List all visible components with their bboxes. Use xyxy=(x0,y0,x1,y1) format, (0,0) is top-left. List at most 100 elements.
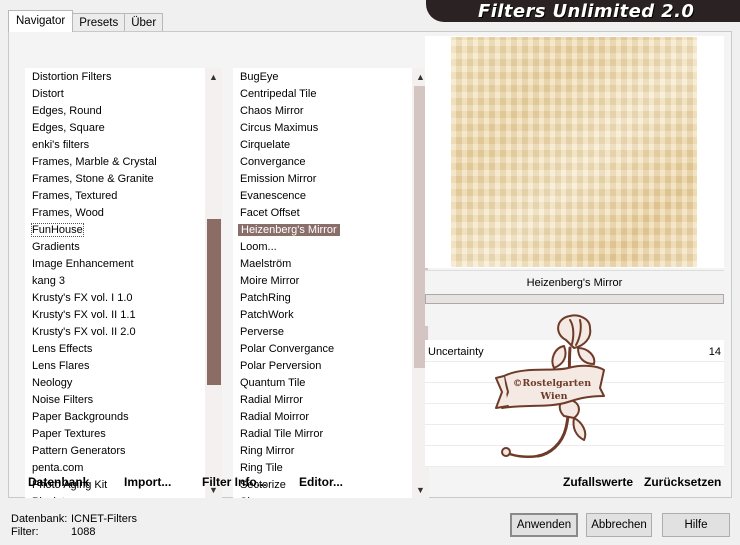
list-item[interactable]: Paper Textures xyxy=(25,426,205,443)
list-item-label: kang 3 xyxy=(32,275,66,287)
list-item-label: Quantum Tile xyxy=(240,377,306,389)
list-item[interactable]: Radial Moirror xyxy=(233,409,412,426)
list-item-label: Distort xyxy=(32,88,64,100)
list-item[interactable]: Circus Maximus xyxy=(233,120,412,137)
list-item[interactable]: PatchRing xyxy=(233,290,412,307)
list-item[interactable]: Facet Offset xyxy=(233,205,412,222)
list-item-label: penta.com xyxy=(32,462,84,474)
list-item[interactable]: Edges, Square xyxy=(25,120,205,137)
param-value: 14 xyxy=(708,346,721,358)
list-item-label: Lens Flares xyxy=(32,360,90,372)
list-item-label: Pattern Generators xyxy=(32,445,126,457)
list-item-label: Polar Convergance xyxy=(240,343,335,355)
list-item[interactable]: Frames, Wood xyxy=(25,205,205,222)
list-item-label: Image Enhancement xyxy=(32,258,134,270)
list-item[interactable]: Heizenberg's Mirror xyxy=(233,222,412,239)
list-item[interactable]: Radial Tile Mirror xyxy=(233,426,412,443)
category-list[interactable]: Distortion Filters Distort Edges, Round Edg… xyxy=(25,68,222,498)
scroll-down-icon[interactable]: ▼ xyxy=(412,481,429,498)
list-item[interactable]: Lens Flares xyxy=(25,358,205,375)
list-item-label: Radial Mirror xyxy=(240,394,303,406)
list-item[interactable]: Ring Mirror xyxy=(233,443,412,460)
selected-filter-name: Heizenberg's Mirror xyxy=(425,270,724,294)
help-button[interactable]: Hilfe xyxy=(662,513,730,537)
list-item[interactable]: kang 3 xyxy=(25,273,205,290)
editor-button[interactable]: Editor... xyxy=(299,475,343,489)
list-item[interactable]: Polar Convergance xyxy=(233,341,412,358)
scroll-thumb[interactable] xyxy=(207,219,221,385)
list-item[interactable]: BugEye xyxy=(233,69,412,86)
zufallswerte-button[interactable]: Zufallswerte xyxy=(563,475,633,489)
list-item[interactable]: Krusty's FX vol. II 2.0 xyxy=(25,324,205,341)
list-item[interactable]: Shapes xyxy=(233,494,412,498)
list-item[interactable]: Emission Mirror xyxy=(233,171,412,188)
list-item[interactable]: Frames, Marble & Crystal xyxy=(25,154,205,171)
list-item[interactable]: enki's filters xyxy=(25,137,205,154)
list-item[interactable]: Pixelate xyxy=(25,494,205,498)
tab-presets[interactable]: Presets xyxy=(72,13,126,32)
list-item[interactable]: Paper Backgrounds xyxy=(25,409,205,426)
list-item[interactable]: Pattern Generators xyxy=(25,443,205,460)
list-item[interactable]: Polar Perversion xyxy=(233,358,412,375)
list-item-label: Paper Textures xyxy=(32,428,106,440)
list-item-label: Radial Tile Mirror xyxy=(240,428,324,440)
list-item[interactable]: Frames, Textured xyxy=(25,188,205,205)
list-item-label: Paper Backgrounds xyxy=(32,411,129,423)
list-item[interactable]: Noise Filters xyxy=(25,392,205,409)
status-label: Datenbank: xyxy=(11,513,68,525)
filter-info-button[interactable]: Filter Info... xyxy=(202,475,267,489)
list-item[interactable]: Distort xyxy=(25,86,205,103)
list-item[interactable]: Moire Mirror xyxy=(233,273,412,290)
scroll-up-icon[interactable]: ▲ xyxy=(205,68,222,85)
apply-button[interactable]: Anwenden xyxy=(510,513,578,537)
list-item[interactable]: Centripedal Tile xyxy=(233,86,412,103)
zuruecksetzen-button[interactable]: Zurücksetzen xyxy=(644,475,721,489)
list-item[interactable]: Perverse xyxy=(233,324,412,341)
list-item[interactable]: Loom... xyxy=(233,239,412,256)
list-item[interactable]: Edges, Round xyxy=(25,103,205,120)
param-label: Uncertainty xyxy=(428,346,484,358)
datenbank-button[interactable]: Datenbank xyxy=(28,475,89,489)
list-item[interactable]: Frames, Stone & Granite xyxy=(25,171,205,188)
list-item-label: Moire Mirror xyxy=(240,275,300,287)
list-item[interactable]: Radial Mirror xyxy=(233,392,412,409)
list-item[interactable]: Krusty's FX vol. II 1.1 xyxy=(25,307,205,324)
app-title: Filters Unlimited 2.0 xyxy=(478,1,695,22)
watermark-text-line2: Wien xyxy=(539,391,567,402)
list-item-label: Krusty's FX vol. I 1.0 xyxy=(32,292,133,304)
list-item[interactable]: Maelström xyxy=(233,256,412,273)
preview-image[interactable] xyxy=(451,37,697,267)
list-item-label: Edges, Round xyxy=(32,105,102,117)
filter-items: BugEye Centripedal Tile Chaos Mirror Circus… xyxy=(233,69,412,498)
import-button[interactable]: Import... xyxy=(124,475,171,489)
tab-navigator[interactable]: Navigator xyxy=(8,10,74,32)
status-filter: Filter: 1088 xyxy=(11,526,95,538)
list-item-label: Edges, Square xyxy=(32,122,105,134)
list-item-label: Noise Filters xyxy=(32,394,94,406)
status-value: ICNET-Filters xyxy=(71,513,137,525)
list-item[interactable]: Evanescence xyxy=(233,188,412,205)
list-item[interactable]: Cirquelate xyxy=(233,137,412,154)
tab-ueber[interactable]: Über xyxy=(124,13,164,32)
list-item[interactable]: Convergance xyxy=(233,154,412,171)
list-item[interactable]: Gradients xyxy=(25,239,205,256)
list-item-label: Maelström xyxy=(240,258,292,270)
list-item-label: Heizenberg's Mirror xyxy=(238,224,340,236)
list-item[interactable]: Chaos Mirror xyxy=(233,103,412,120)
category-scrollbar[interactable]: ▲ ▼ xyxy=(205,68,222,498)
list-item[interactable]: Quantum Tile xyxy=(233,375,412,392)
list-item[interactable]: Neology xyxy=(25,375,205,392)
category-items: Distortion Filters Distort Edges, Round Edg… xyxy=(25,69,205,498)
list-item[interactable]: Lens Effects xyxy=(25,341,205,358)
list-item[interactable]: Image Enhancement xyxy=(25,256,205,273)
list-item[interactable]: FunHouse xyxy=(25,222,205,239)
list-item-label: PatchWork xyxy=(240,309,294,321)
list-item-label: PatchRing xyxy=(240,292,291,304)
list-item-label: Radial Moirror xyxy=(240,411,310,423)
filter-list[interactable]: BugEye Centripedal Tile Chaos Mirror Circus… xyxy=(233,68,429,498)
list-item[interactable]: PatchWork xyxy=(233,307,412,324)
list-item-label: Circus Maximus xyxy=(240,122,319,134)
cancel-button[interactable]: Abbrechen xyxy=(586,513,652,537)
list-item[interactable]: Krusty's FX vol. I 1.0 xyxy=(25,290,205,307)
list-item[interactable]: Distortion Filters xyxy=(25,69,205,86)
